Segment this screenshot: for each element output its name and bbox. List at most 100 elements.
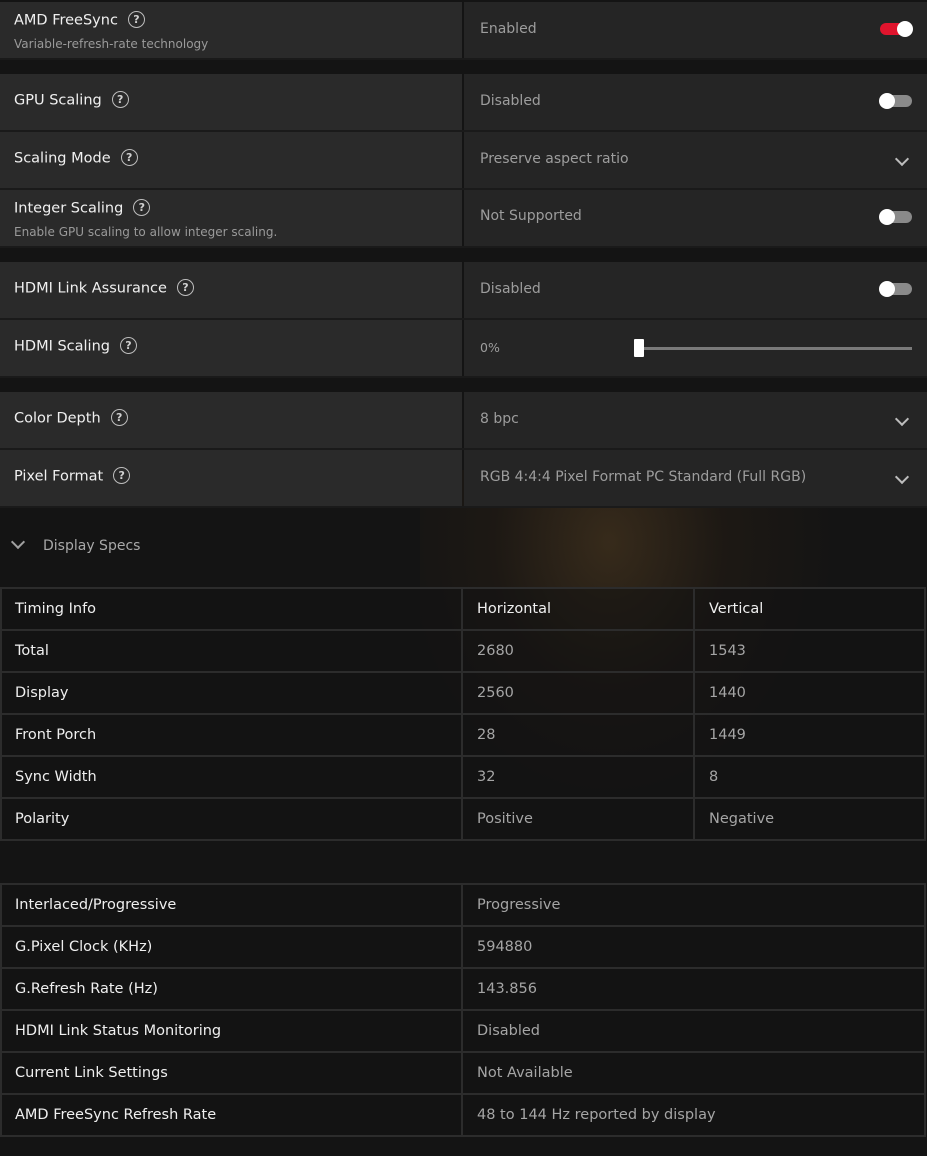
horizontal-value: Positive [461,797,695,841]
vertical-value: 1440 [693,671,926,715]
table-row: Sync Width 32 8 [0,755,926,799]
table-row: Front Porch 28 1449 [0,713,926,757]
table-row: G.Pixel Clock (KHz) 594880 [0,925,926,969]
scaling-mode-row: Scaling Mode? Preserve aspect ratio [0,132,927,190]
hdmi-link-assurance-value: Disabled [480,281,541,297]
display-specs-title: Display Specs [43,538,141,554]
gpu-scaling-title: GPU Scaling [14,92,102,109]
chevron-down-icon [894,411,910,427]
freesync-toggle[interactable] [880,21,913,37]
info-label: G.Pixel Clock (KHz) [0,925,463,969]
info-value: Not Available [461,1051,926,1095]
table-row: Display 2560 1440 [0,671,926,715]
help-icon[interactable]: ? [119,337,137,354]
freesync-group: AMD FreeSync? Variable-refresh-rate tech… [0,2,927,60]
table-row: AMD FreeSync Refresh Rate 48 to 144 Hz r… [0,1093,926,1137]
toggle-knob [897,21,913,37]
hdmi-scaling-slider-thumb[interactable] [634,339,644,357]
chevron-down-icon [894,469,910,485]
vertical-value: 8 [693,755,926,799]
help-icon[interactable]: ? [120,149,138,166]
info-label: HDMI Link Status Monitoring [0,1009,463,1053]
color-depth-dropdown[interactable]: 8 bpc [464,392,927,448]
info-label: Interlaced/Progressive [0,883,463,927]
color-depth-row: Color Depth? 8 bpc [0,392,927,450]
horizontal-value: 2680 [461,629,695,673]
info-value: Disabled [461,1009,926,1053]
pixel-format-value: RGB 4:4:4 Pixel Format PC Standard (Full… [480,469,807,485]
pixel-format-dropdown[interactable]: RGB 4:4:4 Pixel Format PC Standard (Full… [464,450,927,506]
help-icon[interactable]: ? [110,409,128,426]
hdmi-scaling-row: HDMI Scaling? 0% [0,320,927,378]
chevron-down-icon [894,151,910,167]
display-specs-toggle[interactable]: Display Specs [0,520,927,572]
hdmi-scaling-title: HDMI Scaling [14,338,110,355]
vertical-value: 1449 [693,713,926,757]
row-label: Display [0,671,463,715]
freesync-value: Enabled [480,21,537,37]
hdmi-link-assurance-title: HDMI Link Assurance [14,280,167,297]
info-value: 143.856 [461,967,926,1011]
vertical-value: 1543 [693,629,926,673]
vertical-value: Negative [693,797,926,841]
gpu-scaling-row: GPU Scaling? Disabled [0,74,927,132]
scaling-mode-title: Scaling Mode [14,150,111,167]
row-label: Total [0,629,463,673]
help-icon[interactable]: ? [113,467,131,484]
info-label: AMD FreeSync Refresh Rate [0,1093,463,1137]
table-row: Timing Info Horizontal Vertical [0,587,926,631]
scaling-mode-dropdown[interactable]: Preserve aspect ratio [464,132,927,188]
info-label: G.Refresh Rate (Hz) [0,967,463,1011]
horizontal-value: 2560 [461,671,695,715]
hdmi-link-assurance-row: HDMI Link Assurance? Disabled [0,262,927,320]
help-icon[interactable]: ? [127,11,145,28]
row-label: Sync Width [0,755,463,799]
scaling-mode-value: Preserve aspect ratio [480,151,629,167]
pixel-format-title: Pixel Format [14,468,104,485]
toggle-knob [879,93,895,109]
info-label: Current Link Settings [0,1051,463,1095]
freesync-subtitle: Variable-refresh-rate technology [14,37,209,51]
integer-scaling-title: Integer Scaling [14,200,124,217]
horizontal-header: Horizontal [461,587,695,631]
integer-scaling-toggle[interactable] [879,209,912,225]
info-value: 48 to 144 Hz reported by display [461,1093,926,1137]
table-row: HDMI Link Status Monitoring Disabled [0,1009,926,1053]
color-depth-value: 8 bpc [480,411,519,427]
table-row: Polarity Positive Negative [0,797,926,841]
row-label: Polarity [0,797,463,841]
hdmi-group: HDMI Link Assurance? Disabled HDMI Scali… [0,262,927,378]
help-icon[interactable]: ? [176,279,194,296]
table-row: Interlaced/Progressive Progressive [0,883,926,927]
vertical-header: Vertical [693,587,926,631]
help-icon[interactable]: ? [111,91,129,108]
integer-scaling-subtitle: Enable GPU scaling to allow integer scal… [14,225,278,239]
color-depth-title: Color Depth [14,410,101,427]
timing-table: Timing Info Horizontal Vertical Total 26… [0,587,926,841]
hdmi-scaling-slider-track[interactable] [639,347,912,350]
toggle-knob [879,209,895,225]
horizontal-value: 28 [461,713,695,757]
table-row: Current Link Settings Not Available [0,1051,926,1095]
hdmi-link-assurance-toggle[interactable] [879,281,912,297]
horizontal-value: 32 [461,755,695,799]
gpu-scaling-toggle[interactable] [879,93,912,109]
freesync-title: AMD FreeSync [14,12,118,29]
integer-scaling-value: Not Supported [480,208,582,224]
hdmi-scaling-value: 0% [480,340,500,355]
chevron-down-icon [10,534,26,550]
toggle-knob [879,281,895,297]
info-value: Progressive [461,883,926,927]
table-row: G.Refresh Rate (Hz) 143.856 [0,967,926,1011]
pixel-format-row: Pixel Format? RGB 4:4:4 Pixel Format PC … [0,450,927,508]
color-group: Color Depth? 8 bpc Pixel Format? RGB 4:4… [0,392,927,508]
info-table: Interlaced/Progressive Progressive G.Pix… [0,883,926,1137]
timing-header: Timing Info [0,587,463,631]
freesync-row: AMD FreeSync? Variable-refresh-rate tech… [0,2,927,60]
info-value: 594880 [461,925,926,969]
scaling-group: GPU Scaling? Disabled Scaling Mode? Pres… [0,74,927,248]
gpu-scaling-value: Disabled [480,93,541,109]
help-icon[interactable]: ? [133,199,151,216]
table-row: Total 2680 1543 [0,629,926,673]
integer-scaling-row: Integer Scaling? Enable GPU scaling to a… [0,190,927,248]
